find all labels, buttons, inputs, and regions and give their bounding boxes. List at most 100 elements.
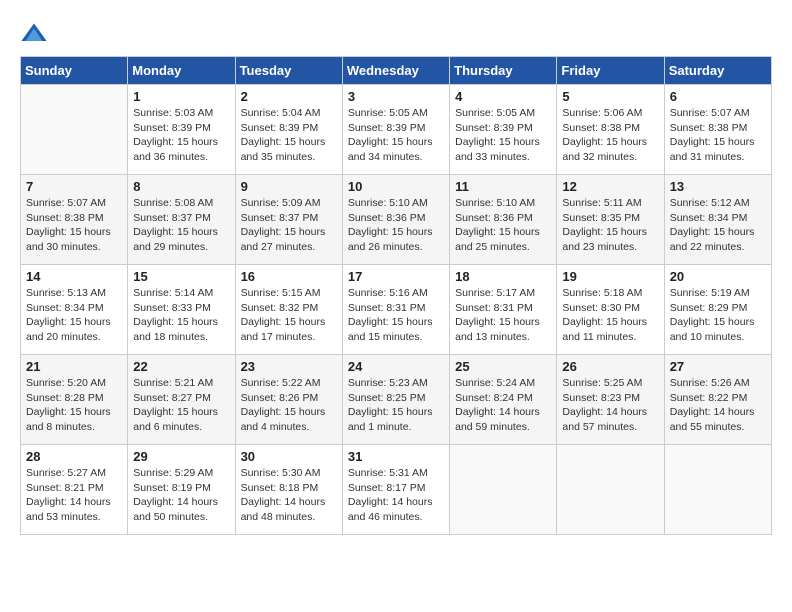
calendar-cell: 17 Sunrise: 5:16 AMSunset: 8:31 PMDayligh… [342, 265, 449, 355]
day-number: 4 [455, 89, 551, 104]
day-number: 24 [348, 359, 444, 374]
day-number: 10 [348, 179, 444, 194]
calendar-cell: 8 Sunrise: 5:08 AMSunset: 8:37 PMDaylight… [128, 175, 235, 265]
day-number: 8 [133, 179, 229, 194]
calendar-cell: 1 Sunrise: 5:03 AMSunset: 8:39 PMDaylight… [128, 85, 235, 175]
day-info: Sunrise: 5:09 AMSunset: 8:37 PMDaylight:… [241, 196, 337, 255]
day-info: Sunrise: 5:23 AMSunset: 8:25 PMDaylight:… [348, 376, 444, 435]
calendar-cell: 6 Sunrise: 5:07 AMSunset: 8:38 PMDaylight… [664, 85, 771, 175]
day-info: Sunrise: 5:20 AMSunset: 8:28 PMDaylight:… [26, 376, 122, 435]
day-info: Sunrise: 5:30 AMSunset: 8:18 PMDaylight:… [241, 466, 337, 525]
day-number: 7 [26, 179, 122, 194]
day-info: Sunrise: 5:15 AMSunset: 8:32 PMDaylight:… [241, 286, 337, 345]
day-number: 14 [26, 269, 122, 284]
day-number: 9 [241, 179, 337, 194]
calendar-cell: 24 Sunrise: 5:23 AMSunset: 8:25 PMDayligh… [342, 355, 449, 445]
day-info: Sunrise: 5:26 AMSunset: 8:22 PMDaylight:… [670, 376, 766, 435]
calendar-cell: 23 Sunrise: 5:22 AMSunset: 8:26 PMDayligh… [235, 355, 342, 445]
calendar-week-1: 1 Sunrise: 5:03 AMSunset: 8:39 PMDaylight… [21, 85, 772, 175]
calendar-cell: 4 Sunrise: 5:05 AMSunset: 8:39 PMDaylight… [450, 85, 557, 175]
weekday-header-friday: Friday [557, 57, 664, 85]
day-info: Sunrise: 5:25 AMSunset: 8:23 PMDaylight:… [562, 376, 658, 435]
calendar-cell: 16 Sunrise: 5:15 AMSunset: 8:32 PMDayligh… [235, 265, 342, 355]
day-number: 3 [348, 89, 444, 104]
day-info: Sunrise: 5:08 AMSunset: 8:37 PMDaylight:… [133, 196, 229, 255]
day-info: Sunrise: 5:10 AMSunset: 8:36 PMDaylight:… [455, 196, 551, 255]
weekday-header-sunday: Sunday [21, 57, 128, 85]
calendar-cell: 9 Sunrise: 5:09 AMSunset: 8:37 PMDaylight… [235, 175, 342, 265]
calendar-week-3: 14 Sunrise: 5:13 AMSunset: 8:34 PMDayligh… [21, 265, 772, 355]
calendar-cell: 15 Sunrise: 5:14 AMSunset: 8:33 PMDayligh… [128, 265, 235, 355]
calendar-cell: 30 Sunrise: 5:30 AMSunset: 8:18 PMDayligh… [235, 445, 342, 535]
day-number: 2 [241, 89, 337, 104]
calendar-cell [21, 85, 128, 175]
day-number: 23 [241, 359, 337, 374]
day-info: Sunrise: 5:27 AMSunset: 8:21 PMDaylight:… [26, 466, 122, 525]
calendar-cell: 22Sunrise: 5:21 AMSunset: 8:27 PMDayligh… [128, 355, 235, 445]
day-number: 12 [562, 179, 658, 194]
calendar-cell: 25 Sunrise: 5:24 AMSunset: 8:24 PMDayligh… [450, 355, 557, 445]
day-info: Sunrise: 5:19 AMSunset: 8:29 PMDaylight:… [670, 286, 766, 345]
header [20, 20, 772, 48]
day-number: 16 [241, 269, 337, 284]
day-info: Sunrise: 5:29 AMSunset: 8:19 PMDaylight:… [133, 466, 229, 525]
day-info: Sunrise: 5:05 AMSunset: 8:39 PMDaylight:… [455, 106, 551, 165]
calendar-week-4: 21 Sunrise: 5:20 AMSunset: 8:28 PMDayligh… [21, 355, 772, 445]
day-number: 1 [133, 89, 229, 104]
calendar-cell: 26 Sunrise: 5:25 AMSunset: 8:23 PMDayligh… [557, 355, 664, 445]
calendar-table: SundayMondayTuesdayWednesdayThursdayFrid… [20, 56, 772, 535]
weekday-header-tuesday: Tuesday [235, 57, 342, 85]
day-number: 20 [670, 269, 766, 284]
day-number: 17 [348, 269, 444, 284]
logo [20, 20, 52, 48]
day-number: 26 [562, 359, 658, 374]
calendar-cell: 19Sunrise: 5:18 AMSunset: 8:30 PMDayligh… [557, 265, 664, 355]
day-number: 18 [455, 269, 551, 284]
calendar-cell: 7Sunrise: 5:07 AMSunset: 8:38 PMDaylight… [21, 175, 128, 265]
calendar-cell: 20 Sunrise: 5:19 AMSunset: 8:29 PMDayligh… [664, 265, 771, 355]
day-number: 30 [241, 449, 337, 464]
calendar-cell: 5 Sunrise: 5:06 AMSunset: 8:38 PMDaylight… [557, 85, 664, 175]
logo-icon [20, 20, 48, 48]
day-number: 15 [133, 269, 229, 284]
day-info: Sunrise: 5:14 AMSunset: 8:33 PMDaylight:… [133, 286, 229, 345]
day-info: Sunrise: 5:22 AMSunset: 8:26 PMDaylight:… [241, 376, 337, 435]
day-number: 19 [562, 269, 658, 284]
calendar-cell: 3Sunrise: 5:05 AMSunset: 8:39 PMDaylight… [342, 85, 449, 175]
day-number: 28 [26, 449, 122, 464]
day-number: 29 [133, 449, 229, 464]
weekday-header-monday: Monday [128, 57, 235, 85]
day-number: 11 [455, 179, 551, 194]
calendar-week-5: 28 Sunrise: 5:27 AMSunset: 8:21 PMDayligh… [21, 445, 772, 535]
calendar-cell [450, 445, 557, 535]
day-number: 21 [26, 359, 122, 374]
day-info: Sunrise: 5:24 AMSunset: 8:24 PMDaylight:… [455, 376, 551, 435]
day-number: 22 [133, 359, 229, 374]
day-number: 5 [562, 89, 658, 104]
day-number: 6 [670, 89, 766, 104]
calendar-cell: 12 Sunrise: 5:11 AMSunset: 8:35 PMDayligh… [557, 175, 664, 265]
calendar-week-2: 7Sunrise: 5:07 AMSunset: 8:38 PMDaylight… [21, 175, 772, 265]
weekday-header-wednesday: Wednesday [342, 57, 449, 85]
weekday-header-row: SundayMondayTuesdayWednesdayThursdayFrid… [21, 57, 772, 85]
day-info: Sunrise: 5:11 AMSunset: 8:35 PMDaylight:… [562, 196, 658, 255]
calendar-cell [557, 445, 664, 535]
calendar-cell: 18 Sunrise: 5:17 AMSunset: 8:31 PMDayligh… [450, 265, 557, 355]
calendar-cell: 14 Sunrise: 5:13 AMSunset: 8:34 PMDayligh… [21, 265, 128, 355]
day-number: 13 [670, 179, 766, 194]
calendar-cell: 29 Sunrise: 5:29 AMSunset: 8:19 PMDayligh… [128, 445, 235, 535]
weekday-header-thursday: Thursday [450, 57, 557, 85]
day-number: 25 [455, 359, 551, 374]
day-info: Sunrise: 5:16 AMSunset: 8:31 PMDaylight:… [348, 286, 444, 345]
calendar-cell: 11 Sunrise: 5:10 AMSunset: 8:36 PMDayligh… [450, 175, 557, 265]
calendar-cell: 27 Sunrise: 5:26 AMSunset: 8:22 PMDayligh… [664, 355, 771, 445]
day-info: Sunrise: 5:31 AMSunset: 8:17 PMDaylight:… [348, 466, 444, 525]
day-info: Sunrise: 5:07 AMSunset: 8:38 PMDaylight:… [670, 106, 766, 165]
calendar-cell: 2Sunrise: 5:04 AMSunset: 8:39 PMDaylight… [235, 85, 342, 175]
day-info: Sunrise: 5:13 AMSunset: 8:34 PMDaylight:… [26, 286, 122, 345]
day-info: Sunrise: 5:03 AMSunset: 8:39 PMDaylight:… [133, 106, 229, 165]
weekday-header-saturday: Saturday [664, 57, 771, 85]
day-number: 27 [670, 359, 766, 374]
day-info: Sunrise: 5:17 AMSunset: 8:31 PMDaylight:… [455, 286, 551, 345]
day-info: Sunrise: 5:06 AMSunset: 8:38 PMDaylight:… [562, 106, 658, 165]
